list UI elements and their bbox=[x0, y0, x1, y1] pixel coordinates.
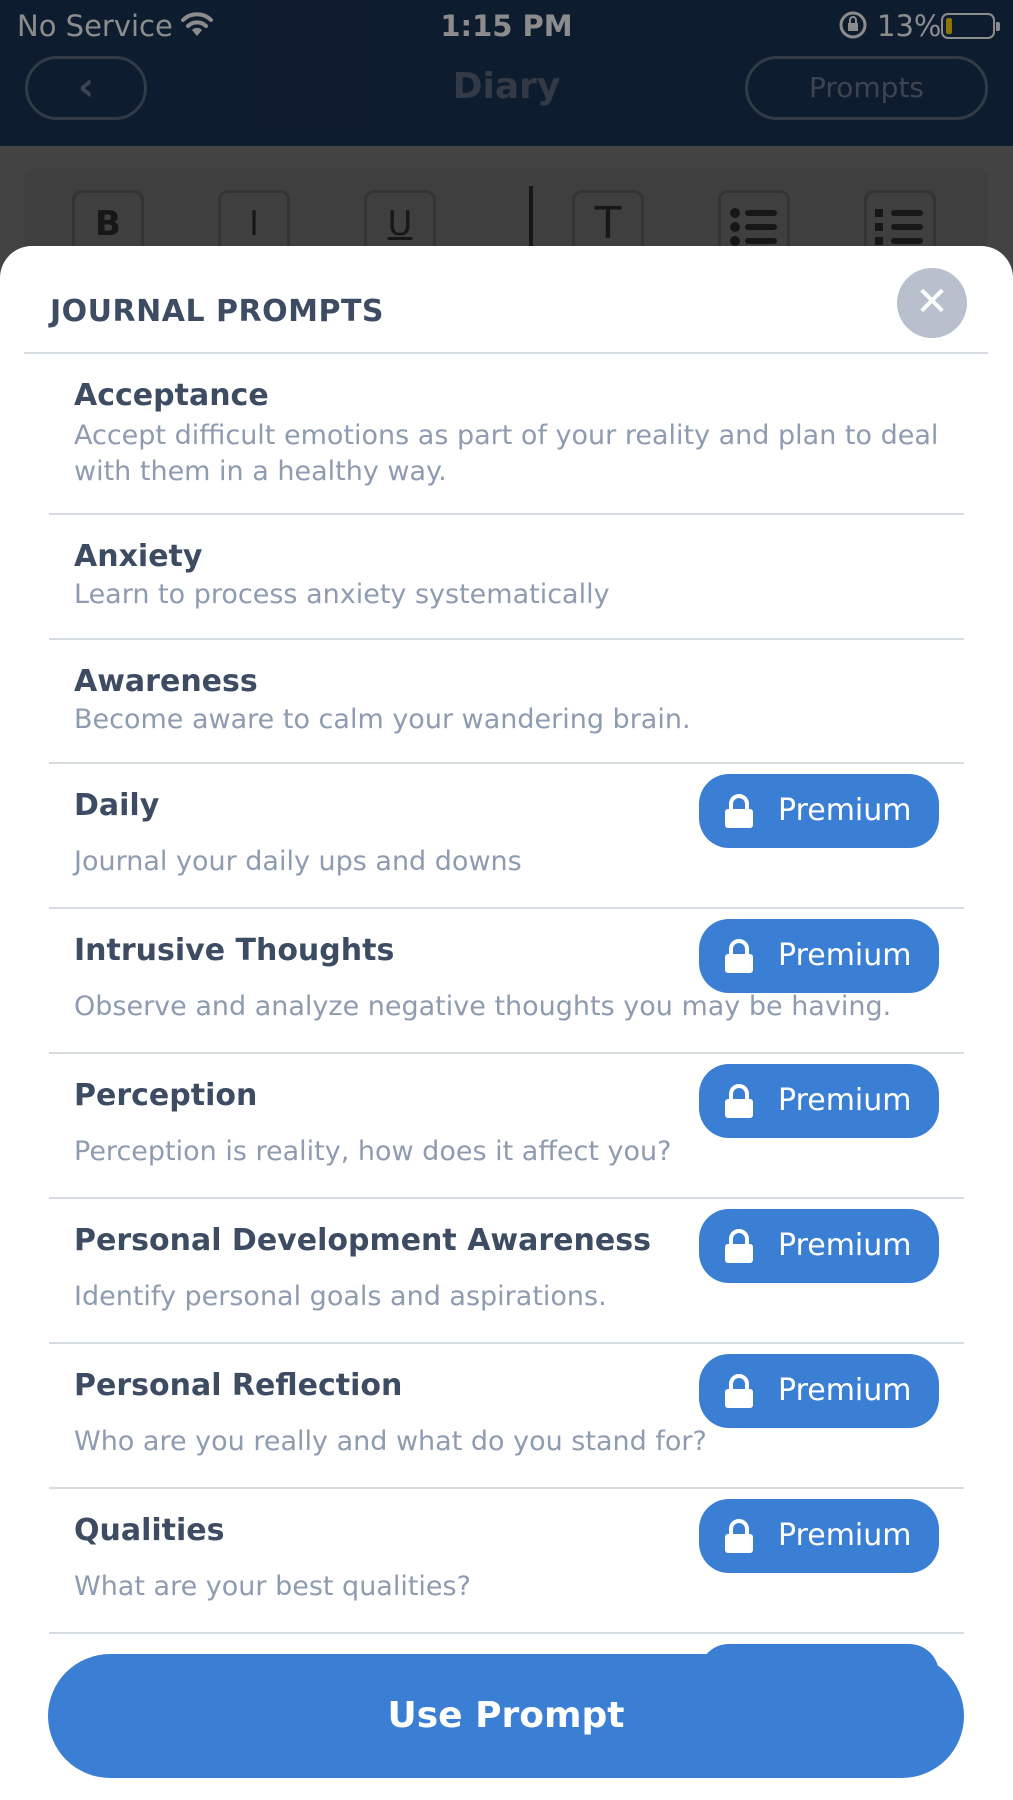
prompt-item-qualities[interactable]: Qualities Premium What are your best qua… bbox=[49, 1489, 964, 1634]
prompt-title: Personal Development Awareness bbox=[74, 1223, 651, 1258]
lock-icon bbox=[725, 794, 753, 828]
prompt-item-anxiety[interactable]: Anxiety Learn to process anxiety systema… bbox=[49, 515, 964, 640]
premium-label: Premium bbox=[778, 1518, 912, 1553]
prompt-description: Perception is reality, how does it affec… bbox=[74, 1136, 672, 1167]
prompt-description: Accept difficult emotions as part of you… bbox=[74, 420, 939, 487]
prompt-description: Become aware to calm your wandering brai… bbox=[74, 704, 691, 735]
prompt-title: Awareness bbox=[74, 664, 258, 699]
premium-badge[interactable]: Premium bbox=[699, 1209, 939, 1283]
prompt-title: Intrusive Thoughts bbox=[74, 933, 395, 968]
premium-label: Premium bbox=[778, 1228, 912, 1263]
lock-icon bbox=[725, 939, 753, 973]
lock-icon bbox=[725, 1374, 753, 1408]
prompt-title: Personal Reflection bbox=[74, 1368, 403, 1403]
prompt-item-personal-development-awareness[interactable]: Personal Development Awareness Premium I… bbox=[49, 1199, 964, 1344]
prompt-item-awareness[interactable]: Awareness Become aware to calm your wand… bbox=[49, 640, 964, 764]
prompt-title: Acceptance bbox=[74, 378, 269, 413]
premium-badge[interactable]: Premium bbox=[699, 1499, 939, 1573]
close-button[interactable]: ✕ bbox=[897, 268, 967, 338]
lock-icon bbox=[725, 1519, 753, 1553]
prompt-item-daily[interactable]: Daily Premium Journal your daily ups and… bbox=[49, 764, 964, 909]
prompt-item-acceptance[interactable]: Acceptance Accept difficult emotions as … bbox=[49, 354, 964, 515]
prompt-description: Who are you really and what do you stand… bbox=[74, 1426, 707, 1457]
close-icon: ✕ bbox=[915, 279, 949, 325]
premium-label: Premium bbox=[778, 793, 912, 828]
premium-badge[interactable]: Premium bbox=[699, 919, 939, 993]
premium-badge[interactable]: Premium bbox=[699, 1064, 939, 1138]
prompt-title: Daily bbox=[74, 788, 160, 823]
premium-label: Premium bbox=[778, 938, 912, 973]
prompt-title: Perception bbox=[74, 1078, 258, 1113]
prompt-description: Observe and analyze negative thoughts yo… bbox=[74, 991, 892, 1022]
lock-icon bbox=[725, 1084, 753, 1118]
prompt-list: Acceptance Accept difficult emotions as … bbox=[49, 354, 964, 1634]
lock-icon bbox=[725, 1229, 753, 1263]
premium-badge[interactable]: Premium bbox=[699, 774, 939, 848]
use-prompt-button[interactable]: Use Prompt bbox=[48, 1654, 964, 1778]
prompt-item-intrusive-thoughts[interactable]: Intrusive Thoughts Premium Observe and a… bbox=[49, 909, 964, 1054]
prompt-item-personal-reflection[interactable]: Personal Reflection Premium Who are you … bbox=[49, 1344, 964, 1489]
premium-badge[interactable]: Premium bbox=[699, 1354, 939, 1428]
journal-prompts-sheet: JOURNAL PROMPTS ✕ Acceptance Accept diff… bbox=[0, 246, 1013, 1800]
prompt-title: Qualities bbox=[74, 1513, 225, 1548]
premium-label: Premium bbox=[778, 1373, 912, 1408]
prompt-description: Identify personal goals and aspirations. bbox=[74, 1281, 607, 1312]
prompt-description: What are your best qualities? bbox=[74, 1571, 471, 1602]
prompt-description: Learn to process anxiety systematically bbox=[74, 579, 610, 610]
premium-label: Premium bbox=[778, 1083, 912, 1118]
prompt-title: Anxiety bbox=[74, 539, 203, 574]
prompt-item-perception[interactable]: Perception Premium Perception is reality… bbox=[49, 1054, 964, 1199]
sheet-title: JOURNAL PROMPTS bbox=[50, 294, 385, 329]
prompt-description: Journal your daily ups and downs bbox=[74, 846, 522, 877]
